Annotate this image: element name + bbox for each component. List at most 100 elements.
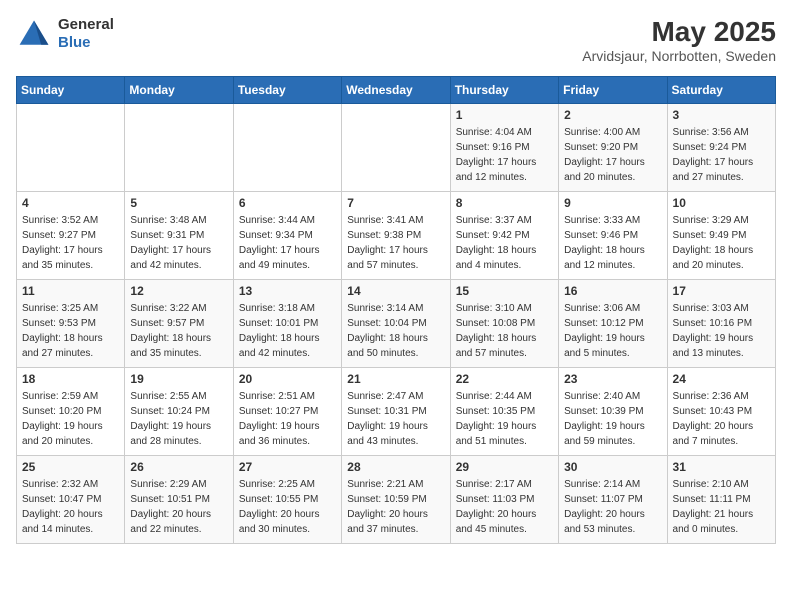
day-cell: 2Sunrise: 4:00 AM Sunset: 9:20 PM Daylig… (559, 104, 667, 192)
day-cell: 7 Sunrise: 3:41 AM Sunset: 9:38 PM Daylig… (342, 192, 450, 280)
day-number: 1 (456, 108, 553, 122)
day-number: 3 (673, 108, 770, 122)
day-cell: 6 Sunrise: 3:44 AM Sunset: 9:34 PM Daylig… (233, 192, 341, 280)
week-row-4: 18 Sunrise: 2:59 AM Sunset: 10:20 PM Dayl… (17, 368, 776, 456)
day-cell: 9 Sunrise: 3:33 AM Sunset: 9:46 PM Daylig… (559, 192, 667, 280)
header-thursday: Thursday (450, 77, 558, 104)
day-info: Sunrise: 3:33 AM Sunset: 9:46 PM Dayligh… (564, 213, 661, 273)
day-number: 21 (347, 372, 444, 386)
day-number: 31 (673, 460, 770, 474)
day-cell: 26Sunrise: 2:29 AM Sunset: 10:51 PM Dayl… (125, 456, 233, 544)
location: Arvidsjaur, Norrbotten, Sweden (582, 48, 776, 64)
week-row-1: 1Sunrise: 4:04 AM Sunset: 9:16 PM Daylig… (17, 104, 776, 192)
day-number: 10 (673, 196, 770, 210)
week-row-2: 4 Sunrise: 3:52 AM Sunset: 9:27 PM Daylig… (17, 192, 776, 280)
day-cell: 3 Sunrise: 3:56 AM Sunset: 9:24 PM Daylig… (667, 104, 775, 192)
day-number: 9 (564, 196, 661, 210)
day-cell: 24Sunrise: 2:36 AM Sunset: 10:43 PM Dayl… (667, 368, 775, 456)
header-row: Sunday Monday Tuesday Wednesday Thursday… (17, 77, 776, 104)
day-cell (17, 104, 125, 192)
day-number: 19 (130, 372, 227, 386)
day-number: 29 (456, 460, 553, 474)
day-info: Sunrise: 3:25 AM Sunset: 9:53 PM Dayligh… (22, 301, 119, 361)
day-cell (342, 104, 450, 192)
day-number: 5 (130, 196, 227, 210)
day-number: 22 (456, 372, 553, 386)
day-cell: 13 Sunrise: 3:18 AM Sunset: 10:01 PM Dayl… (233, 280, 341, 368)
day-info: Sunrise: 3:22 AM Sunset: 9:57 PM Dayligh… (130, 301, 227, 361)
week-row-5: 25 Sunrise: 2:32 AM Sunset: 10:47 PM Dayl… (17, 456, 776, 544)
day-cell: 21 Sunrise: 2:47 AM Sunset: 10:31 PM Dayl… (342, 368, 450, 456)
day-info: Sunrise: 3:37 AM Sunset: 9:42 PM Dayligh… (456, 213, 553, 273)
day-number: 28 (347, 460, 444, 474)
day-number: 18 (22, 372, 119, 386)
day-info: Sunrise: 2:59 AM Sunset: 10:20 PM Daylig… (22, 389, 119, 449)
page-header: General Blue May 2025 Arvidsjaur, Norrbo… (16, 16, 776, 64)
day-cell: 17 Sunrise: 3:03 AM Sunset: 10:16 PM Dayl… (667, 280, 775, 368)
day-cell: 19 Sunrise: 2:55 AM Sunset: 10:24 PM Dayl… (125, 368, 233, 456)
day-info: Sunrise: 2:51 AM Sunset: 10:27 PM Daylig… (239, 389, 336, 449)
month-year: May 2025 (582, 16, 776, 48)
day-number: 13 (239, 284, 336, 298)
day-cell: 12 Sunrise: 3:22 AM Sunset: 9:57 PM Dayli… (125, 280, 233, 368)
day-info: Sunrise: 2:47 AM Sunset: 10:31 PM Daylig… (347, 389, 444, 449)
day-number: 17 (673, 284, 770, 298)
day-info: Sunrise: 4:00 AM Sunset: 9:20 PM Dayligh… (564, 125, 661, 185)
title-block: May 2025 Arvidsjaur, Norrbotten, Sweden (582, 16, 776, 64)
header-friday: Friday (559, 77, 667, 104)
day-info: Sunrise: 2:17 AM Sunset: 11:03 PM Daylig… (456, 477, 553, 537)
calendar-header: Sunday Monday Tuesday Wednesday Thursday… (17, 77, 776, 104)
day-number: 7 (347, 196, 444, 210)
day-info: Sunrise: 2:44 AM Sunset: 10:35 PM Daylig… (456, 389, 553, 449)
day-info: Sunrise: 3:56 AM Sunset: 9:24 PM Dayligh… (673, 125, 770, 185)
day-cell: 23Sunrise: 2:40 AM Sunset: 10:39 PM Dayl… (559, 368, 667, 456)
day-info: Sunrise: 3:18 AM Sunset: 10:01 PM Daylig… (239, 301, 336, 361)
day-cell: 25 Sunrise: 2:32 AM Sunset: 10:47 PM Dayl… (17, 456, 125, 544)
day-number: 11 (22, 284, 119, 298)
day-number: 14 (347, 284, 444, 298)
day-info: Sunrise: 2:25 AM Sunset: 10:55 PM Daylig… (239, 477, 336, 537)
day-info: Sunrise: 3:44 AM Sunset: 9:34 PM Dayligh… (239, 213, 336, 273)
day-info: Sunrise: 3:10 AM Sunset: 10:08 PM Daylig… (456, 301, 553, 361)
day-number: 16 (564, 284, 661, 298)
day-cell: 11 Sunrise: 3:25 AM Sunset: 9:53 PM Dayli… (17, 280, 125, 368)
header-monday: Monday (125, 77, 233, 104)
day-info: Sunrise: 2:21 AM Sunset: 10:59 PM Daylig… (347, 477, 444, 537)
day-info: Sunrise: 3:06 AM Sunset: 10:12 PM Daylig… (564, 301, 661, 361)
day-info: Sunrise: 2:29 AM Sunset: 10:51 PM Daylig… (130, 477, 227, 537)
day-info: Sunrise: 3:03 AM Sunset: 10:16 PM Daylig… (673, 301, 770, 361)
day-info: Sunrise: 2:14 AM Sunset: 11:07 PM Daylig… (564, 477, 661, 537)
day-number: 25 (22, 460, 119, 474)
day-cell: 29 Sunrise: 2:17 AM Sunset: 11:03 PM Dayl… (450, 456, 558, 544)
day-number: 6 (239, 196, 336, 210)
day-cell: 31 Sunrise: 2:10 AM Sunset: 11:11 PM Dayl… (667, 456, 775, 544)
day-cell: 18 Sunrise: 2:59 AM Sunset: 10:20 PM Dayl… (17, 368, 125, 456)
day-info: Sunrise: 2:55 AM Sunset: 10:24 PM Daylig… (130, 389, 227, 449)
day-info: Sunrise: 2:36 AM Sunset: 10:43 PM Daylig… (673, 389, 770, 449)
logo-line1: General (58, 16, 114, 34)
day-info: Sunrise: 2:32 AM Sunset: 10:47 PM Daylig… (22, 477, 119, 537)
day-cell (233, 104, 341, 192)
calendar-body: 1Sunrise: 4:04 AM Sunset: 9:16 PM Daylig… (17, 104, 776, 544)
day-info: Sunrise: 2:10 AM Sunset: 11:11 PM Daylig… (673, 477, 770, 537)
day-cell: 30Sunrise: 2:14 AM Sunset: 11:07 PM Dayl… (559, 456, 667, 544)
day-number: 15 (456, 284, 553, 298)
logo-text: General Blue (58, 16, 114, 52)
logo-line2: Blue (58, 34, 114, 52)
header-saturday: Saturday (667, 77, 775, 104)
day-cell: 5Sunrise: 3:48 AM Sunset: 9:31 PM Daylig… (125, 192, 233, 280)
day-number: 4 (22, 196, 119, 210)
logo: General Blue (16, 16, 114, 52)
day-info: Sunrise: 3:41 AM Sunset: 9:38 PM Dayligh… (347, 213, 444, 273)
day-cell (125, 104, 233, 192)
day-number: 12 (130, 284, 227, 298)
day-cell: 1Sunrise: 4:04 AM Sunset: 9:16 PM Daylig… (450, 104, 558, 192)
day-cell: 27Sunrise: 2:25 AM Sunset: 10:55 PM Dayl… (233, 456, 341, 544)
header-sunday: Sunday (17, 77, 125, 104)
day-cell: 4 Sunrise: 3:52 AM Sunset: 9:27 PM Daylig… (17, 192, 125, 280)
header-tuesday: Tuesday (233, 77, 341, 104)
day-info: Sunrise: 3:52 AM Sunset: 9:27 PM Dayligh… (22, 213, 119, 273)
day-cell: 8 Sunrise: 3:37 AM Sunset: 9:42 PM Daylig… (450, 192, 558, 280)
day-number: 8 (456, 196, 553, 210)
day-info: Sunrise: 2:40 AM Sunset: 10:39 PM Daylig… (564, 389, 661, 449)
